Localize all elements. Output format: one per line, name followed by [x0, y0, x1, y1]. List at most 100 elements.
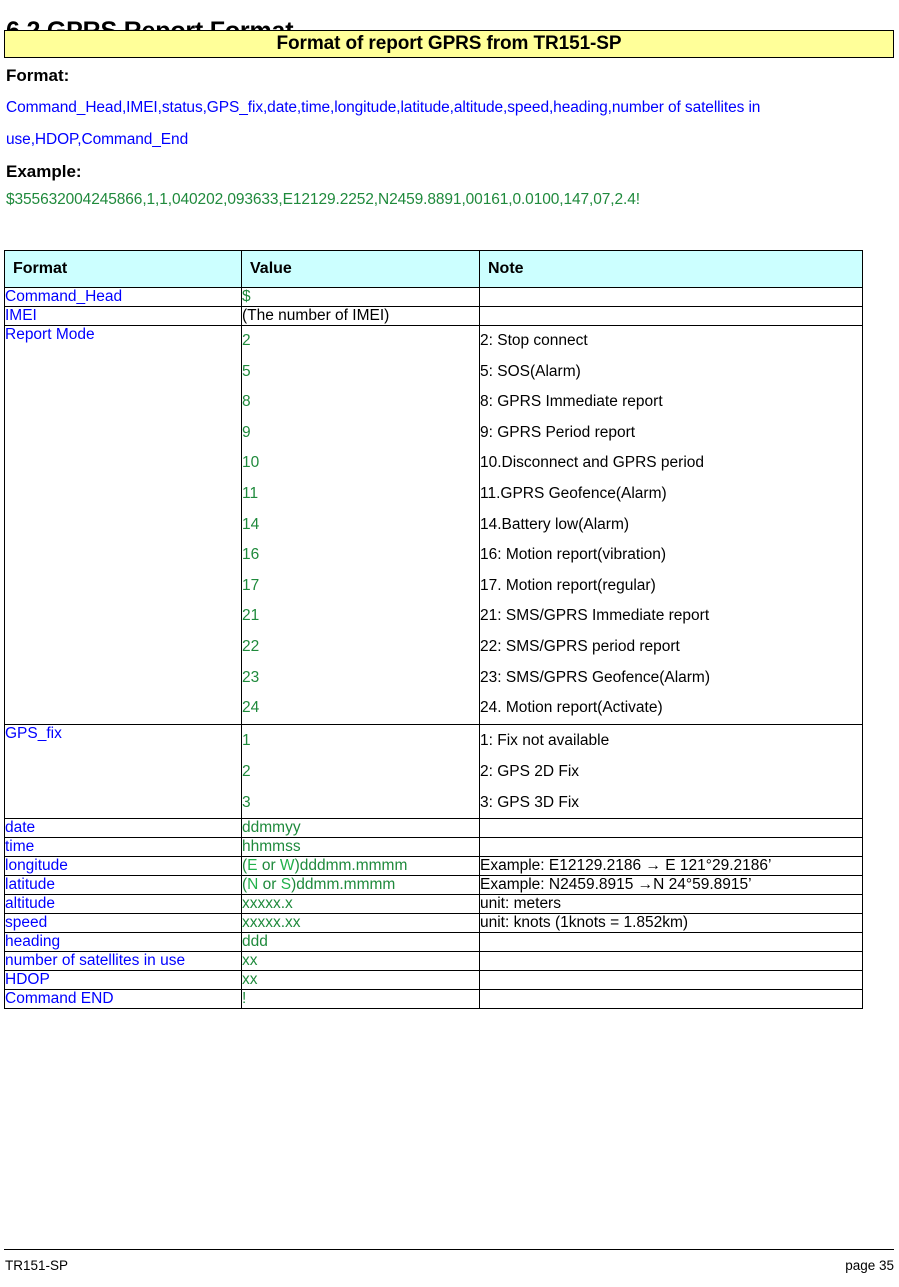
- table-row: time hhmmss: [4, 836, 863, 857]
- value-line: 16: [242, 546, 260, 564]
- table-row: longitude (E or W)dddmm.mmmm Example: E121…: [4, 855, 863, 876]
- value-line: 9: [242, 423, 251, 441]
- note-line: 5: SOS(Alarm): [480, 362, 581, 380]
- cell-format: time: [4, 836, 242, 857]
- note-line: 11.GPRS Geofence(Alarm): [480, 484, 667, 502]
- table-row: number of satellites in use xx: [4, 950, 863, 971]
- cell-note: [479, 817, 863, 838]
- note-line: 1: Fix not available: [480, 731, 610, 749]
- table-row: HDOP xx: [4, 969, 863, 990]
- value-pattern: )ddmm.mmmm: [291, 875, 396, 893]
- table-row: altitude xxxxx.x unit: meters: [4, 893, 863, 914]
- cell-value: xx: [241, 969, 480, 990]
- cell-value: ddmmyy: [241, 817, 480, 838]
- value-line: 2: [242, 332, 251, 349]
- note-line: 2: Stop connect: [480, 332, 588, 349]
- table-row: Command_Head $: [4, 287, 863, 307]
- note-line: 17. Motion report(regular): [480, 576, 656, 594]
- format-string-line-2: use,HDOP,Command_End: [6, 131, 189, 148]
- table-row: latitude (N or S)ddmm.mmmm Example: N2459.…: [4, 874, 863, 895]
- value-line: 21: [242, 607, 260, 625]
- note-line: 16: Motion report(vibration): [480, 546, 667, 564]
- value-line: 2: [242, 762, 251, 780]
- note-line: 21: SMS/GPRS Immediate report: [480, 607, 710, 625]
- cell-note: [479, 950, 863, 971]
- note-line: 14.Battery low(Alarm): [480, 515, 630, 533]
- cell-note: 2: Stop connect 5: SOS(Alarm) 8: GPRS Imme…: [479, 325, 863, 725]
- value-line: 10: [242, 454, 260, 472]
- column-header-value: Value: [241, 250, 480, 288]
- report-format-banner: Format of report GPRS from TR151-SP: [4, 30, 894, 58]
- banner-title: Format of report GPRS from TR151-SP: [276, 33, 622, 54]
- cell-note: [479, 287, 863, 307]
- cell-value: xx: [241, 950, 480, 971]
- cell-format: date: [4, 817, 242, 838]
- cell-value: xxxxx.x: [241, 893, 480, 914]
- cell-value: 2 5 8 9 10 11 14 16 17 21 22 23 24: [241, 325, 480, 725]
- cell-note: [479, 306, 863, 326]
- note-line: 9: GPRS Period report: [480, 423, 636, 441]
- cell-format: Command_Head: [4, 287, 242, 307]
- value-line: 8: [242, 393, 251, 411]
- cell-value: (E or W)dddmm.mmmm: [241, 855, 480, 876]
- cell-value: (The number of IMEI): [241, 306, 480, 326]
- value-line: 22: [242, 637, 260, 655]
- column-header-note: Note: [479, 250, 863, 288]
- value-line: 3: [242, 793, 251, 811]
- value-conjunction: or: [258, 875, 281, 893]
- note-line: 3: GPS 3D Fix: [480, 793, 580, 811]
- cell-format: heading: [4, 931, 242, 952]
- cell-format: HDOP: [4, 969, 242, 990]
- cell-format: speed: [4, 912, 242, 933]
- table-row: Command END!: [4, 988, 863, 1009]
- cell-format: latitude: [4, 874, 242, 895]
- table-row: GPS_fix 1 2 3 1: Fix not available 2: GPS 2D …: [4, 723, 863, 819]
- document-page: 6.2 GPRS Report Format Format of report …: [0, 0, 899, 1287]
- table-row: Report Mode 2 5 8 9 10 11 14 16 17 21 22 23 24 2: Stop…: [4, 325, 863, 725]
- cell-note: [479, 931, 863, 952]
- value-line: 23: [242, 668, 260, 686]
- note-line: 8: GPRS Immediate report: [480, 393, 663, 411]
- cell-format: Report Mode: [4, 325, 242, 725]
- cell-note: [479, 988, 863, 1009]
- value-token-a: E: [247, 856, 258, 874]
- cell-value: (N or S)ddmm.mmmm: [241, 874, 480, 895]
- cell-note: unit: meters: [479, 893, 863, 914]
- cell-note: unit: knots (1knots = 1.852km): [479, 912, 863, 933]
- cell-note: Example: N2459.8915 →N 24°59.8915’: [479, 874, 863, 895]
- cell-format: longitude: [4, 855, 242, 876]
- table-header-row: Format Value Note: [4, 250, 863, 288]
- value-token-b: S: [280, 875, 292, 893]
- note-line: 23: SMS/GPRS Geofence(Alarm): [480, 668, 710, 686]
- value-token-a: N: [247, 875, 259, 893]
- value-line: 5: [242, 362, 251, 380]
- column-header-format: Format: [4, 250, 242, 288]
- cell-format: altitude: [4, 893, 242, 914]
- example-label: Example:: [6, 162, 82, 181]
- cell-format: IMEI: [4, 306, 242, 326]
- cell-note: [479, 836, 863, 857]
- table-row: heading ddd: [4, 931, 863, 952]
- cell-note: Example: E12129.2186 → E 121°29.2186’: [479, 855, 863, 876]
- table-row: speed xxxxx.xx unit: knots (1knots = 1.852…: [4, 912, 863, 933]
- value-conjunction: or: [257, 856, 280, 874]
- cell-value: hhmmss: [241, 836, 480, 857]
- cell-value: xxxxx.xx: [241, 912, 480, 933]
- cell-note: 1: Fix not available 2: GPS 2D Fix 3: GPS …: [479, 723, 863, 819]
- example-string: $355632004245866,1,1,040202,093633,E1212…: [6, 191, 640, 208]
- value-pattern: )dddmm.mmmm: [294, 856, 408, 874]
- note-line: 10.Disconnect and GPRS period: [480, 454, 705, 472]
- format-label: Format:: [6, 66, 70, 85]
- note-line: 22: SMS/GPRS period report: [480, 637, 680, 655]
- cell-note: [479, 969, 863, 990]
- cell-value: $: [241, 287, 480, 307]
- value-token-b: W: [279, 856, 295, 874]
- value-line: 1: [242, 731, 251, 749]
- cell-value: ddd: [241, 931, 480, 952]
- cell-format: number of satellites in use: [4, 950, 242, 971]
- value-line: 24: [242, 699, 260, 717]
- format-string-line-1: Command_Head,IMEI,status,GPS_fix,date,ti…: [6, 99, 761, 116]
- value-line: 14: [242, 515, 260, 533]
- table-row: date ddmmyy: [4, 817, 863, 838]
- cell-format: Command END: [4, 988, 242, 1009]
